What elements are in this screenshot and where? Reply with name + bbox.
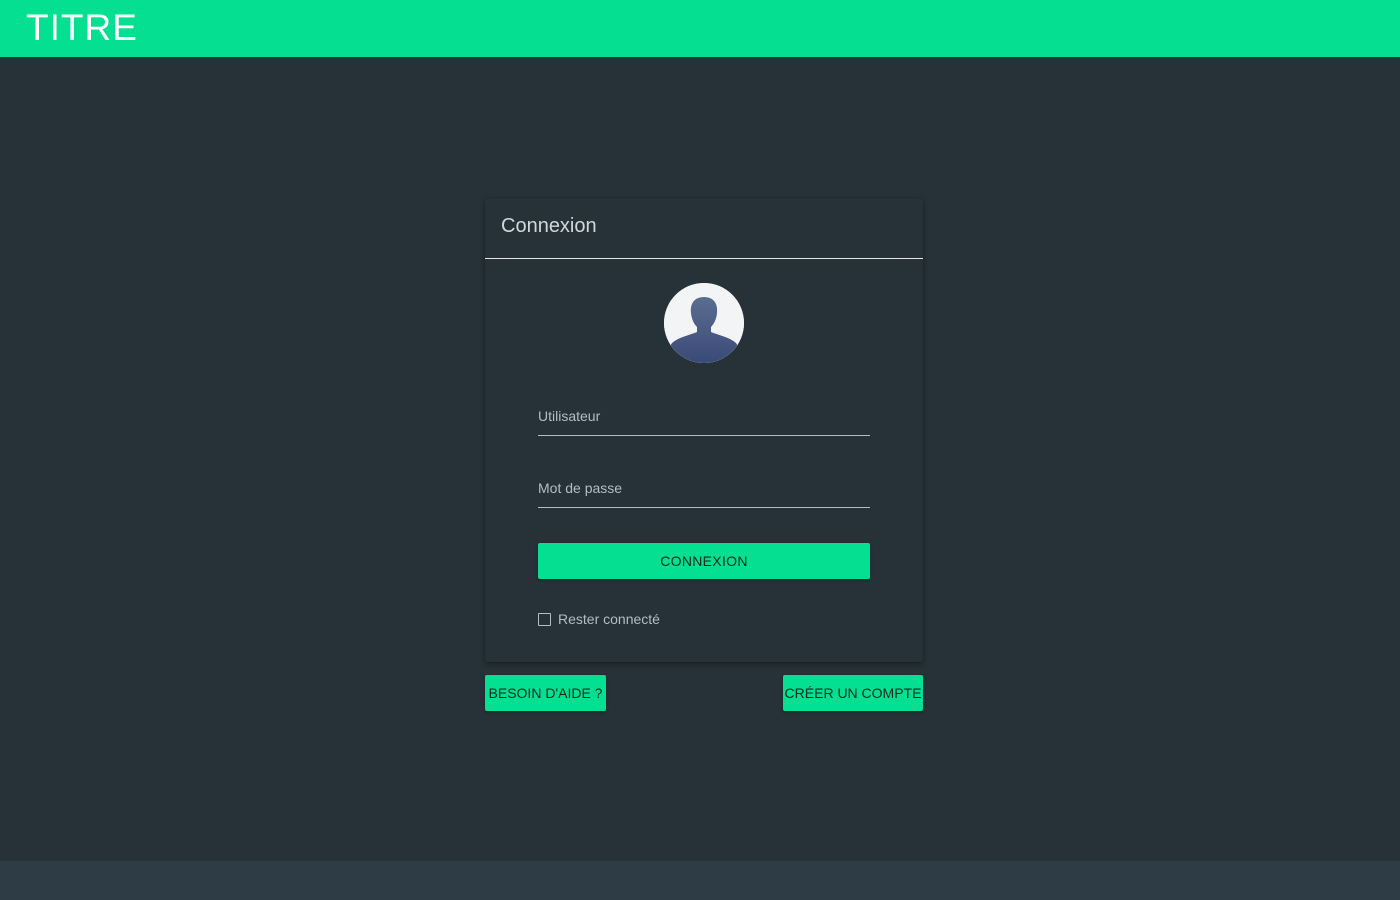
app-bar: TITRE (0, 0, 1400, 57)
help-button[interactable]: BESOIN D'AIDE ? (485, 675, 606, 711)
password-label: Mot de passe (538, 480, 623, 496)
app-title: TITRE (26, 7, 138, 48)
login-card: Connexion Utilisateur Mot de passe CONNE… (485, 198, 923, 662)
remember-me-label[interactable]: Rester connecté (558, 611, 660, 627)
login-card-title: Connexion (501, 215, 597, 237)
remember-me-checkbox[interactable] (538, 613, 551, 626)
footer (0, 861, 1400, 900)
login-button[interactable]: CONNEXION (538, 543, 870, 579)
password-field[interactable]: Mot de passe (538, 471, 870, 508)
create-account-button[interactable]: CRÉER UN COMPTE (783, 675, 923, 711)
login-card-header: Connexion (485, 198, 923, 259)
username-field[interactable]: Utilisateur (538, 399, 870, 436)
user-avatar-icon (664, 283, 744, 363)
username-label: Utilisateur (538, 408, 601, 424)
